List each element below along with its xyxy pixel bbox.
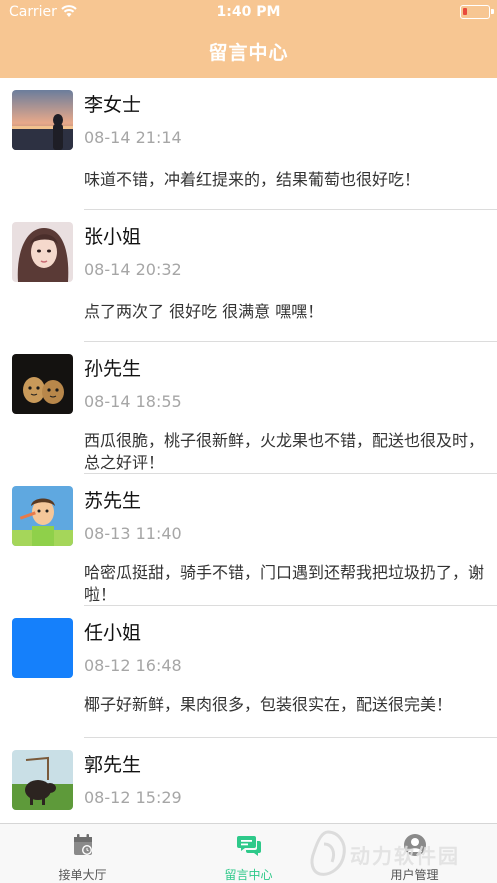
message-time: 08-12 16:48 <box>84 656 182 675</box>
header-bar: Carrier 1:40 PM 留言中心 <box>0 0 497 78</box>
avatar[interactable] <box>12 90 73 150</box>
list-item[interactable]: 孙先生 08-14 18:55 西瓜很脆，桃子很新鲜，火龙果也不错，配送也很及时… <box>0 342 497 474</box>
watermark-logo-icon <box>310 830 346 876</box>
status-time: 1:40 PM <box>216 4 281 20</box>
avatar[interactable] <box>12 618 73 678</box>
chat-icon <box>236 832 262 858</box>
watermark: 动力软件园 <box>306 828 496 878</box>
avatar[interactable] <box>12 354 73 414</box>
user-name: 李女士 <box>84 94 142 116</box>
calendar-icon <box>70 832 96 858</box>
message-text: 点了两次了 很好吃 很满意 嘿嘿！ <box>84 302 324 321</box>
user-name: 孙先生 <box>84 358 142 380</box>
status-bar: Carrier 1:40 PM <box>0 0 497 26</box>
message-time: 08-14 21:14 <box>84 128 182 147</box>
page-title: 留言中心 <box>208 42 289 64</box>
tab-order-hall[interactable]: 接单大厅 <box>0 824 165 883</box>
battery-icon <box>460 5 494 19</box>
user-name: 郭先生 <box>84 754 142 776</box>
message-time: 08-13 11:40 <box>84 524 182 543</box>
tab-label: 接单大厅 <box>58 868 107 882</box>
avatar[interactable] <box>12 222 73 282</box>
list-item[interactable]: 任小姐 08-12 16:48 椰子好新鲜，果肉很多，包装很实在，配送很完美！ <box>0 606 497 738</box>
user-name: 苏先生 <box>84 490 142 512</box>
avatar[interactable] <box>12 750 73 810</box>
message-time: 08-14 20:32 <box>84 260 182 279</box>
avatar[interactable] <box>12 486 73 546</box>
list-item[interactable]: 郭先生 08-12 15:29 <box>0 738 497 823</box>
message-time: 08-12 15:29 <box>84 788 182 807</box>
message-text: 椰子好新鲜，果肉很多，包装很实在，配送很完美！ <box>84 695 453 714</box>
message-text: 味道不错，冲着红提来的，结果葡萄也很好吃！ <box>84 170 421 189</box>
watermark-text: 动力软件园 <box>350 844 460 868</box>
user-name: 张小姐 <box>84 226 142 248</box>
list-item[interactable]: 张小姐 08-14 20:32 点了两次了 很好吃 很满意 嘿嘿！ <box>0 210 497 342</box>
list-item[interactable]: 苏先生 08-13 11:40 哈密瓜挺甜，骑手不错，门口遇到还帮我把垃圾扔了，… <box>0 474 497 606</box>
message-list[interactable]: 李女士 08-14 21:14 味道不错，冲着红提来的，结果葡萄也很好吃！ 张小… <box>0 78 497 823</box>
user-name: 任小姐 <box>84 622 142 644</box>
message-text: 西瓜很脆，桃子很新鲜，火龙果也不错，配送也很及时，总之好评！ <box>84 431 485 472</box>
list-item[interactable]: 李女士 08-14 21:14 味道不错，冲着红提来的，结果葡萄也很好吃！ <box>0 78 497 210</box>
message-text: 哈密瓜挺甜，骑手不错，门口遇到还帮我把垃圾扔了，谢啦！ <box>84 563 485 604</box>
message-time: 08-14 18:55 <box>84 392 182 411</box>
